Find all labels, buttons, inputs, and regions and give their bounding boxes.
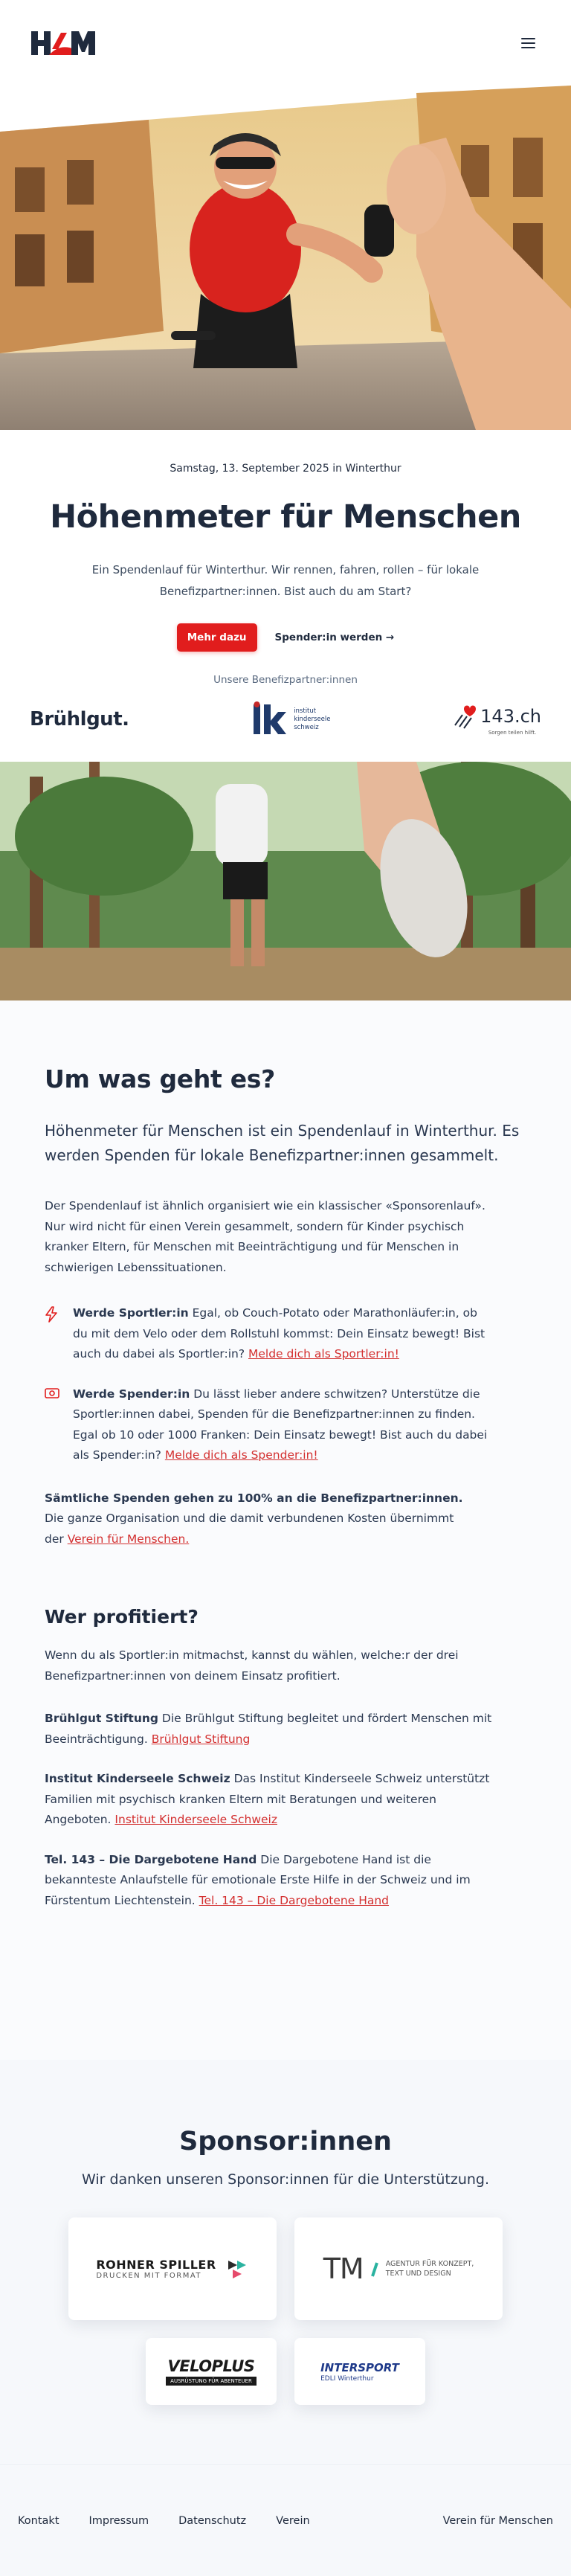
profit-title: Wer profitiert? bbox=[45, 1606, 199, 1628]
association-link[interactable]: Verein für Menschen. bbox=[68, 1532, 190, 1546]
partner-bruehlgut-logo[interactable]: Brühlgut. bbox=[30, 708, 129, 730]
about-title: Um was geht es? bbox=[45, 1064, 275, 1093]
running-image bbox=[0, 762, 571, 1000]
partner-logos: Brühlgut. institut kinderseele schweiz 1… bbox=[30, 686, 541, 742]
profit-item-bruehlgut: Brühlgut Stiftung Die Brühlgut Stiftung … bbox=[45, 1712, 492, 1746]
lightning-icon bbox=[45, 1306, 57, 1323]
partners-label: Unsere Benefizpartner:innen bbox=[213, 674, 358, 686]
ks-logo-icon bbox=[254, 701, 287, 734]
site-logo[interactable] bbox=[30, 27, 101, 60]
more-info-button[interactable]: Mehr dazu bbox=[176, 623, 257, 652]
partner-143-logo[interactable]: 143.ch Sorgen teilen hilft. bbox=[454, 703, 541, 736]
main-content: Um was geht es? Höhenmeter für Menschen … bbox=[0, 1000, 571, 2060]
footer-organisation-link[interactable]: Verein für Menschen bbox=[443, 2515, 553, 2527]
hero-subtitle: Ein Spendenlauf für Winterthur. Wir renn… bbox=[91, 563, 480, 598]
profit-item-kinderseele: Institut Kinderseele Schweiz Das Institu… bbox=[45, 1772, 490, 1826]
cta-row: Mehr dazu Spender:in werden → bbox=[30, 623, 541, 652]
money-icon bbox=[45, 1387, 59, 1398]
sponsors-subtitle: Wir danken unseren Sponsor:innen für die… bbox=[81, 2171, 490, 2188]
hero-content: Samstag, 13. September 2025 in Winterthu… bbox=[0, 430, 571, 742]
rohner-spiller-logo-icon bbox=[228, 2261, 246, 2278]
profit-intro: Wenn du als Sportler:in mitmachst, kanns… bbox=[45, 1648, 459, 1683]
site-header bbox=[0, 0, 571, 86]
about-lead: Höhenmeter für Menschen ist ein Spendenl… bbox=[45, 1122, 520, 1164]
bruehlgut-link[interactable]: Brühlgut Stiftung bbox=[152, 1732, 251, 1746]
hero-image bbox=[0, 86, 571, 430]
forest-runners-photo bbox=[0, 762, 571, 1000]
sponsor-card-tm[interactable]: TM AGENTUR FÜR KONZEPT, TEXT UND DESIGN bbox=[294, 2217, 503, 2320]
tm-accent-icon bbox=[370, 2262, 378, 2277]
event-date: Samstag, 13. September 2025 in Winterthu… bbox=[170, 463, 401, 475]
sponsor-card-rohner-spiller[interactable]: ROHNER SPILLER DRUCKEN MIT FORMAT bbox=[68, 2217, 277, 2320]
hfm-logo-icon bbox=[30, 29, 101, 57]
footer-link-impressum[interactable]: Impressum bbox=[89, 2515, 149, 2527]
about-intro: Der Spendenlauf ist ähnlich organisiert … bbox=[45, 1199, 485, 1274]
dargebotene-hand-link[interactable]: Tel. 143 – Die Dargebotene Hand bbox=[199, 1894, 389, 1907]
cyclist-high-five-photo bbox=[0, 86, 571, 430]
page-title: Höhenmeter für Menschen bbox=[50, 498, 521, 536]
footer-link-datenschutz[interactable]: Datenschutz bbox=[178, 2515, 246, 2527]
menu-button[interactable] bbox=[514, 30, 541, 57]
donation-note: Sämtliche Spenden gehen zu 100% an die B… bbox=[45, 1491, 463, 1546]
footer-nav: Kontakt Impressum Datenschutz Verein bbox=[18, 2515, 310, 2527]
sponsors-section: Sponsor:innen Wir danken unseren Sponsor… bbox=[0, 2060, 571, 2464]
sponsor-card-veloplus[interactable]: VELOPLUS AUSRÜSTUNG FÜR ABENTEUER bbox=[146, 2338, 277, 2405]
feature-donor: Werde Spender:in Du lässt lieber andere … bbox=[45, 1384, 535, 1466]
register-athlete-link[interactable]: Melde dich als Sportler:in! bbox=[248, 1347, 399, 1361]
footer-link-kontakt[interactable]: Kontakt bbox=[18, 2515, 59, 2527]
footer-link-verein[interactable]: Verein bbox=[276, 2515, 310, 2527]
heart-icon bbox=[454, 705, 477, 729]
become-donor-link[interactable]: Spender:in werden → bbox=[275, 632, 395, 643]
feature-athlete: Werde Sportler:in Egal, ob Couch-Potato … bbox=[45, 1303, 535, 1365]
hamburger-menu-icon bbox=[520, 37, 535, 39]
partner-kinderseele-logo[interactable]: institut kinderseele schweiz bbox=[252, 701, 330, 737]
sponsor-card-intersport[interactable]: INTERSPORT EDLI Winterthur bbox=[294, 2338, 425, 2405]
kinderseele-link[interactable]: Institut Kinderseele Schweiz bbox=[114, 1813, 277, 1826]
site-footer: Kontakt Impressum Datenschutz Verein Ver… bbox=[0, 2464, 571, 2576]
sponsors-title: Sponsor:innen bbox=[179, 2127, 392, 2156]
profit-item-143: Tel. 143 – Die Dargebotene Hand Die Darg… bbox=[45, 1852, 471, 1907]
register-donor-link[interactable]: Melde dich als Spender:in! bbox=[165, 1448, 318, 1462]
sponsor-grid: ROHNER SPILLER DRUCKEN MIT FORMAT TM AGE… bbox=[62, 2217, 509, 2405]
